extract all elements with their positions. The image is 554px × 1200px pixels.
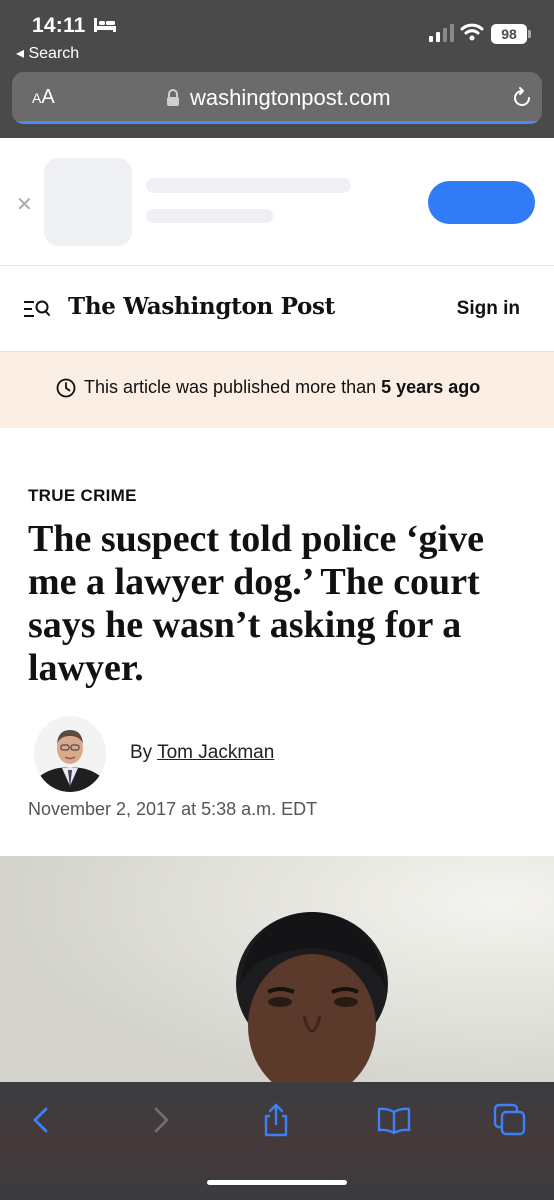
share-icon[interactable] [258, 1102, 294, 1138]
bed-icon [94, 18, 116, 32]
archive-notice-text: This article was published more than 5 y… [84, 377, 481, 397]
ad-banner: ✕ [0, 138, 554, 266]
close-icon[interactable]: ✕ [16, 192, 33, 217]
site-header: The Washington Post Sign in [0, 266, 554, 352]
battery-indicator: 98 [491, 24, 531, 44]
author-portrait-illustration [34, 716, 106, 792]
archive-notice-content: This article was published more than 5 y… [56, 377, 480, 398]
archive-notice: This article was published more than 5 y… [0, 352, 554, 428]
ad-title-placeholder [146, 178, 351, 193]
byline: By Tom Jackman [130, 742, 275, 763]
status-time: 14:11 [32, 14, 86, 37]
reload-icon[interactable] [510, 86, 534, 110]
back-icon[interactable] [24, 1102, 60, 1138]
wifi-icon [460, 23, 484, 41]
signal-icon [429, 24, 454, 42]
bookmarks-icon[interactable] [376, 1102, 412, 1138]
sign-in-link[interactable]: Sign in [457, 298, 520, 320]
author-avatar [34, 716, 106, 792]
section-kicker[interactable]: TRUE CRIME [28, 486, 137, 506]
publish-date: November 2, 2017 at 5:38 a.m. EDT [28, 799, 318, 819]
lead-photo [0, 856, 554, 1082]
home-indicator[interactable] [207, 1180, 347, 1185]
site-logo[interactable]: The Washington Post [68, 293, 335, 320]
url-text[interactable]: washingtonpost.com [190, 85, 391, 111]
article-headline: The suspect told police ‘give me a lawye… [28, 518, 484, 689]
reader-options-button[interactable]: AA [32, 86, 55, 109]
browser-top-bar: 14:11 ◂ Search 98 AA washingtonpost.com [0, 0, 554, 138]
forward-icon[interactable] [142, 1102, 178, 1138]
clock-icon [56, 378, 76, 397]
back-to-search-link[interactable]: ◂ Search [16, 43, 79, 63]
lock-icon [167, 89, 179, 106]
menu-search-icon[interactable] [24, 298, 50, 320]
page-load-progress [12, 121, 542, 124]
ad-thumbnail[interactable] [44, 158, 132, 246]
author-link[interactable]: Tom Jackman [157, 742, 274, 763]
ad-cta-button[interactable] [428, 181, 535, 224]
url-bar[interactable]: AA washingtonpost.com [12, 72, 542, 124]
tabs-icon[interactable] [492, 1102, 528, 1138]
ad-subtitle-placeholder [146, 209, 273, 223]
lead-photo-illustration [0, 856, 554, 1082]
